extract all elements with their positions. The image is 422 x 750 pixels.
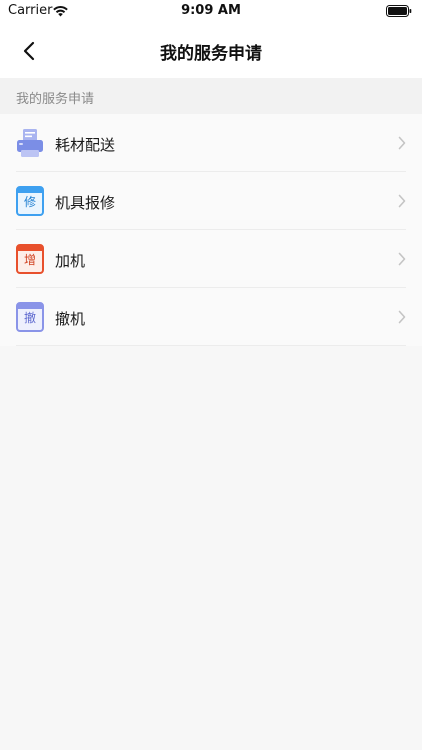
add-badge-icon: 增 <box>16 244 44 274</box>
battery-icon <box>386 5 412 17</box>
chevron-right-icon <box>398 136 406 150</box>
repair-badge-glyph: 修 <box>23 195 36 209</box>
item-label: 机具报修 <box>55 194 116 212</box>
withdraw-badge-icon: 撤 <box>16 302 44 332</box>
add-badge-glyph: 增 <box>23 253 36 267</box>
status-bar: Carrier 9:09 AM <box>0 0 422 24</box>
list-item-equipment-repair[interactable]: 修 机具报修 <box>0 172 422 230</box>
list-item-supply-delivery[interactable]: 耗材配送 <box>0 114 422 172</box>
page-title: 我的服务申请 <box>160 44 262 64</box>
chevron-right-icon <box>398 252 406 266</box>
item-label: 撤机 <box>55 310 86 328</box>
chevron-right-icon <box>398 194 406 208</box>
list-item-add-machine[interactable]: 增 加机 <box>0 230 422 288</box>
item-label: 加机 <box>55 252 86 270</box>
printer-icon <box>17 129 43 157</box>
screen: Carrier 9:09 AM 我的服务申请 我的服务申请 耗材配送 修 机具报… <box>0 0 422 750</box>
status-time: 9:09 AM <box>181 3 241 18</box>
list-item-remove-machine[interactable]: 撤 撤机 <box>0 288 422 346</box>
withdraw-badge-glyph: 撤 <box>23 311 36 325</box>
chevron-right-icon <box>398 310 406 324</box>
item-label: 耗材配送 <box>55 136 116 154</box>
section-header: 我的服务申请 <box>0 78 422 114</box>
navigation-bar: 我的服务申请 <box>0 24 422 78</box>
repair-badge-icon: 修 <box>16 186 44 216</box>
service-list: 耗材配送 修 机具报修 增 加机 撤 撤机 <box>0 114 422 346</box>
section-header-label: 我的服务申请 <box>16 92 95 107</box>
